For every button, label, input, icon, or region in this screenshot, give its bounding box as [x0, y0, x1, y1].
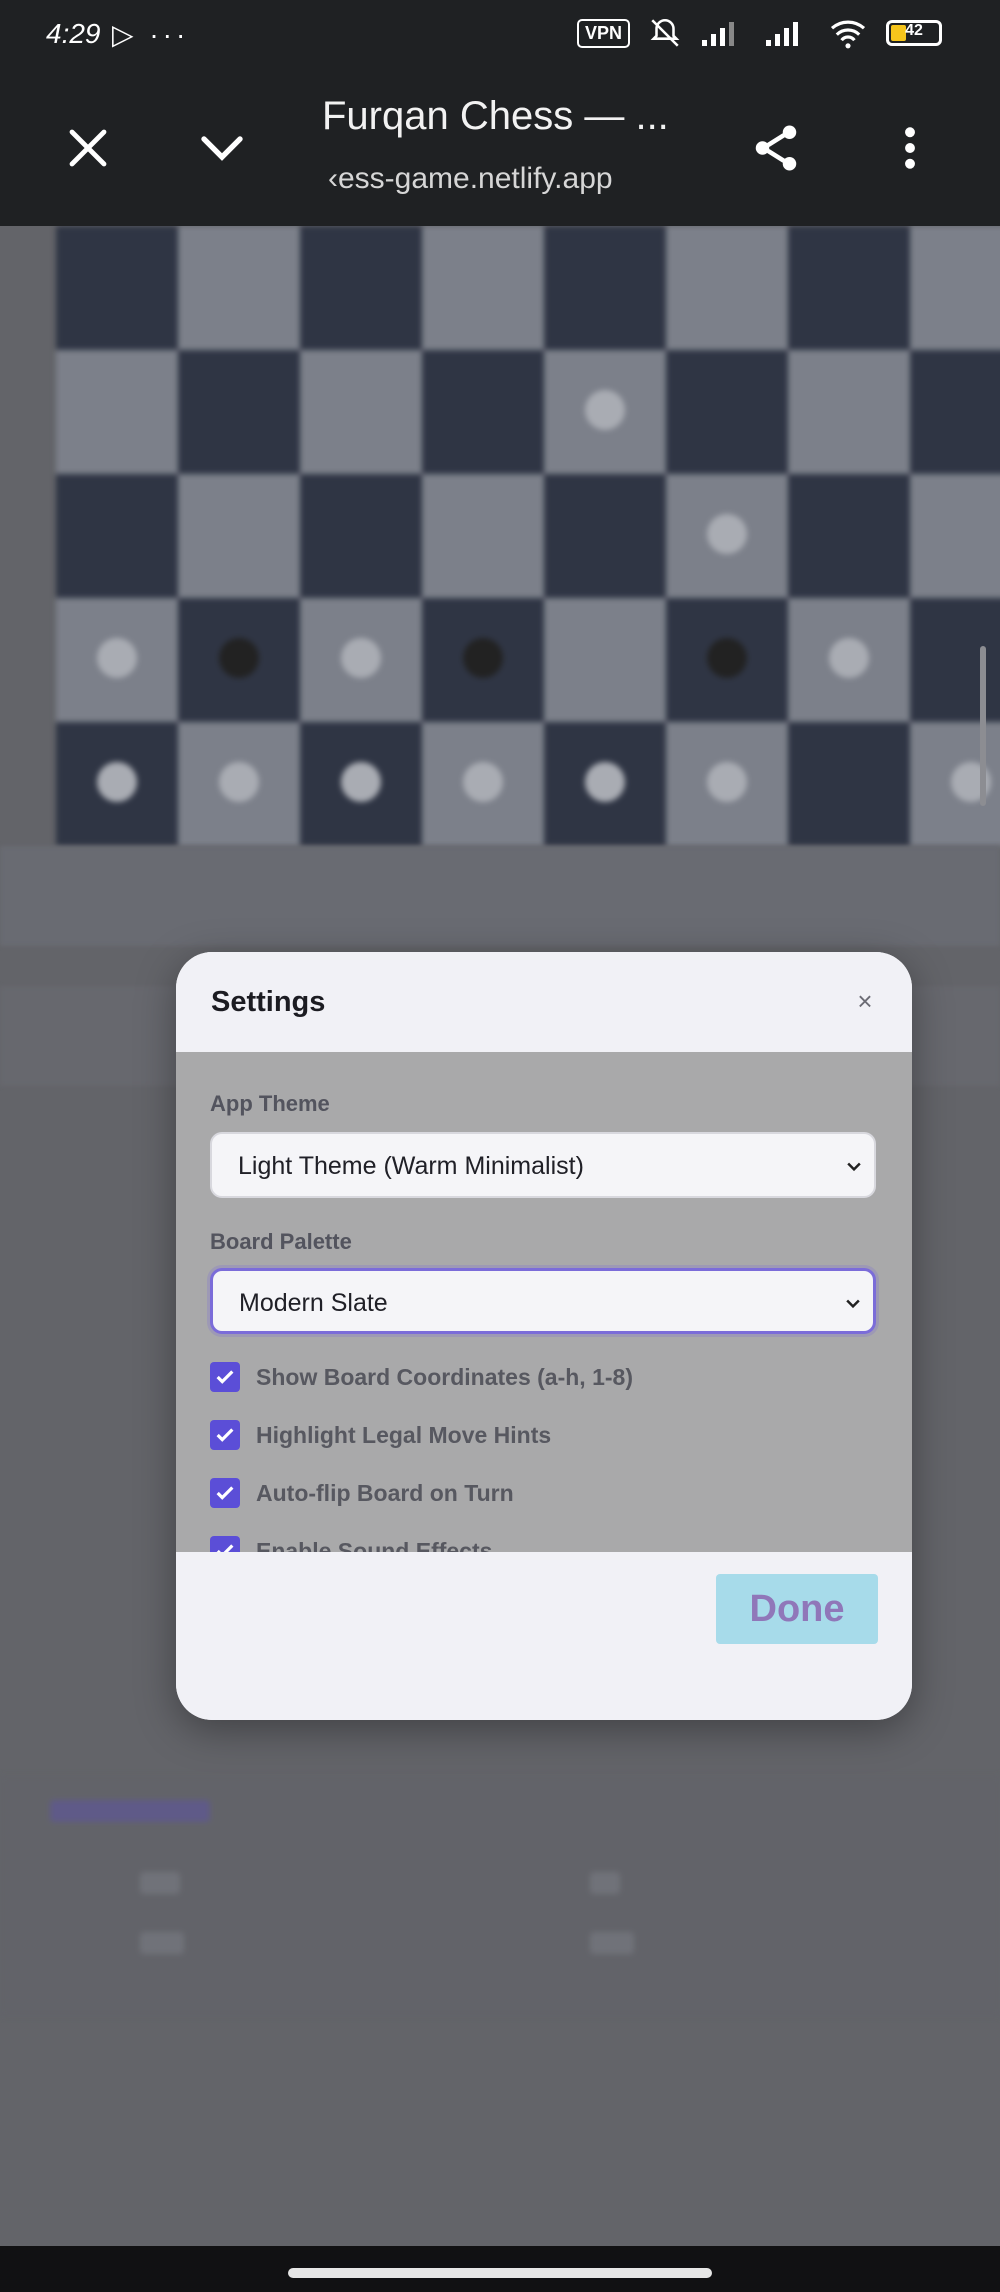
checkmark-icon [216, 1486, 234, 1500]
settings-dialog: Settings × App Theme Light Theme (Warm M… [176, 952, 912, 1720]
home-indicator[interactable] [288, 2268, 712, 2278]
share-button[interactable] [736, 108, 816, 188]
status-time: 4:29 [46, 18, 101, 49]
legal-move-hints-label: Highlight Legal Move Hints [256, 1421, 552, 1448]
page-url[interactable]: ‹ess-game.netlify.app [328, 162, 613, 196]
status-notification-icons: ▷ ··· [112, 19, 190, 50]
browser-toolbar: Furqan Chess — ... ‹ess-game.netlify.app [0, 74, 1000, 226]
battery-icon: 42 [886, 20, 942, 46]
checkmark-icon [216, 1370, 234, 1384]
more-options-button[interactable] [870, 108, 950, 188]
minimize-button[interactable] [182, 108, 262, 188]
board-palette-label: Board Palette [210, 1229, 352, 1254]
chevron-down-icon [847, 1162, 861, 1172]
bell-muted-icon [650, 18, 680, 47]
settings-body: App Theme Light Theme (Warm Minimalist) … [176, 1052, 912, 1566]
vpn-icon: VPN [576, 18, 630, 48]
signal-icon [702, 22, 734, 46]
system-nav-bar [0, 2246, 1000, 2292]
status-bar: 4:29 ▷ ··· VPN 42 [0, 0, 1000, 74]
settings-footer: Done [176, 1552, 912, 1720]
app-theme-select[interactable]: Light Theme (Warm Minimalist) [210, 1132, 876, 1198]
chevron-down-icon [201, 136, 243, 161]
wifi-icon [830, 20, 866, 49]
auto-flip-option[interactable]: Auto-flip Board on Turn [210, 1476, 514, 1510]
close-icon [69, 129, 107, 167]
app-theme-value: Light Theme (Warm Minimalist) [238, 1152, 584, 1180]
board-palette-select[interactable]: Modern Slate [210, 1268, 876, 1334]
background-player-bar [0, 846, 1000, 946]
legal-move-hints-checkbox[interactable] [210, 1420, 240, 1450]
settings-header: Settings × [176, 952, 912, 1052]
more-vert-icon [905, 127, 915, 169]
board-palette-value: Modern Slate [239, 1289, 388, 1317]
page-title: Furqan Chess — ... [322, 94, 669, 138]
close-icon[interactable]: × [850, 986, 880, 1016]
chess-board [56, 226, 1000, 846]
done-button[interactable]: Done [716, 1574, 878, 1644]
show-coordinates-option[interactable]: Show Board Coordinates (a-h, 1-8) [210, 1360, 633, 1394]
status-right-icons: VPN 42 [576, 16, 942, 50]
checkmark-icon [216, 1428, 234, 1442]
scrollbar-thumb[interactable] [980, 646, 986, 806]
app-theme-label: App Theme [210, 1091, 330, 1116]
close-tab-button[interactable] [48, 108, 128, 188]
show-coordinates-checkbox[interactable] [210, 1362, 240, 1392]
auto-flip-checkbox[interactable] [210, 1478, 240, 1508]
chevron-down-icon [846, 1299, 860, 1309]
signal-icon-2 [766, 22, 798, 46]
legal-move-hints-option[interactable]: Highlight Legal Move Hints [210, 1418, 551, 1452]
settings-title: Settings [211, 986, 326, 1018]
share-icon [755, 125, 797, 171]
show-coordinates-label: Show Board Coordinates (a-h, 1-8) [256, 1363, 633, 1390]
auto-flip-label: Auto-flip Board on Turn [256, 1479, 514, 1506]
background-move-list [0, 1776, 1000, 2016]
